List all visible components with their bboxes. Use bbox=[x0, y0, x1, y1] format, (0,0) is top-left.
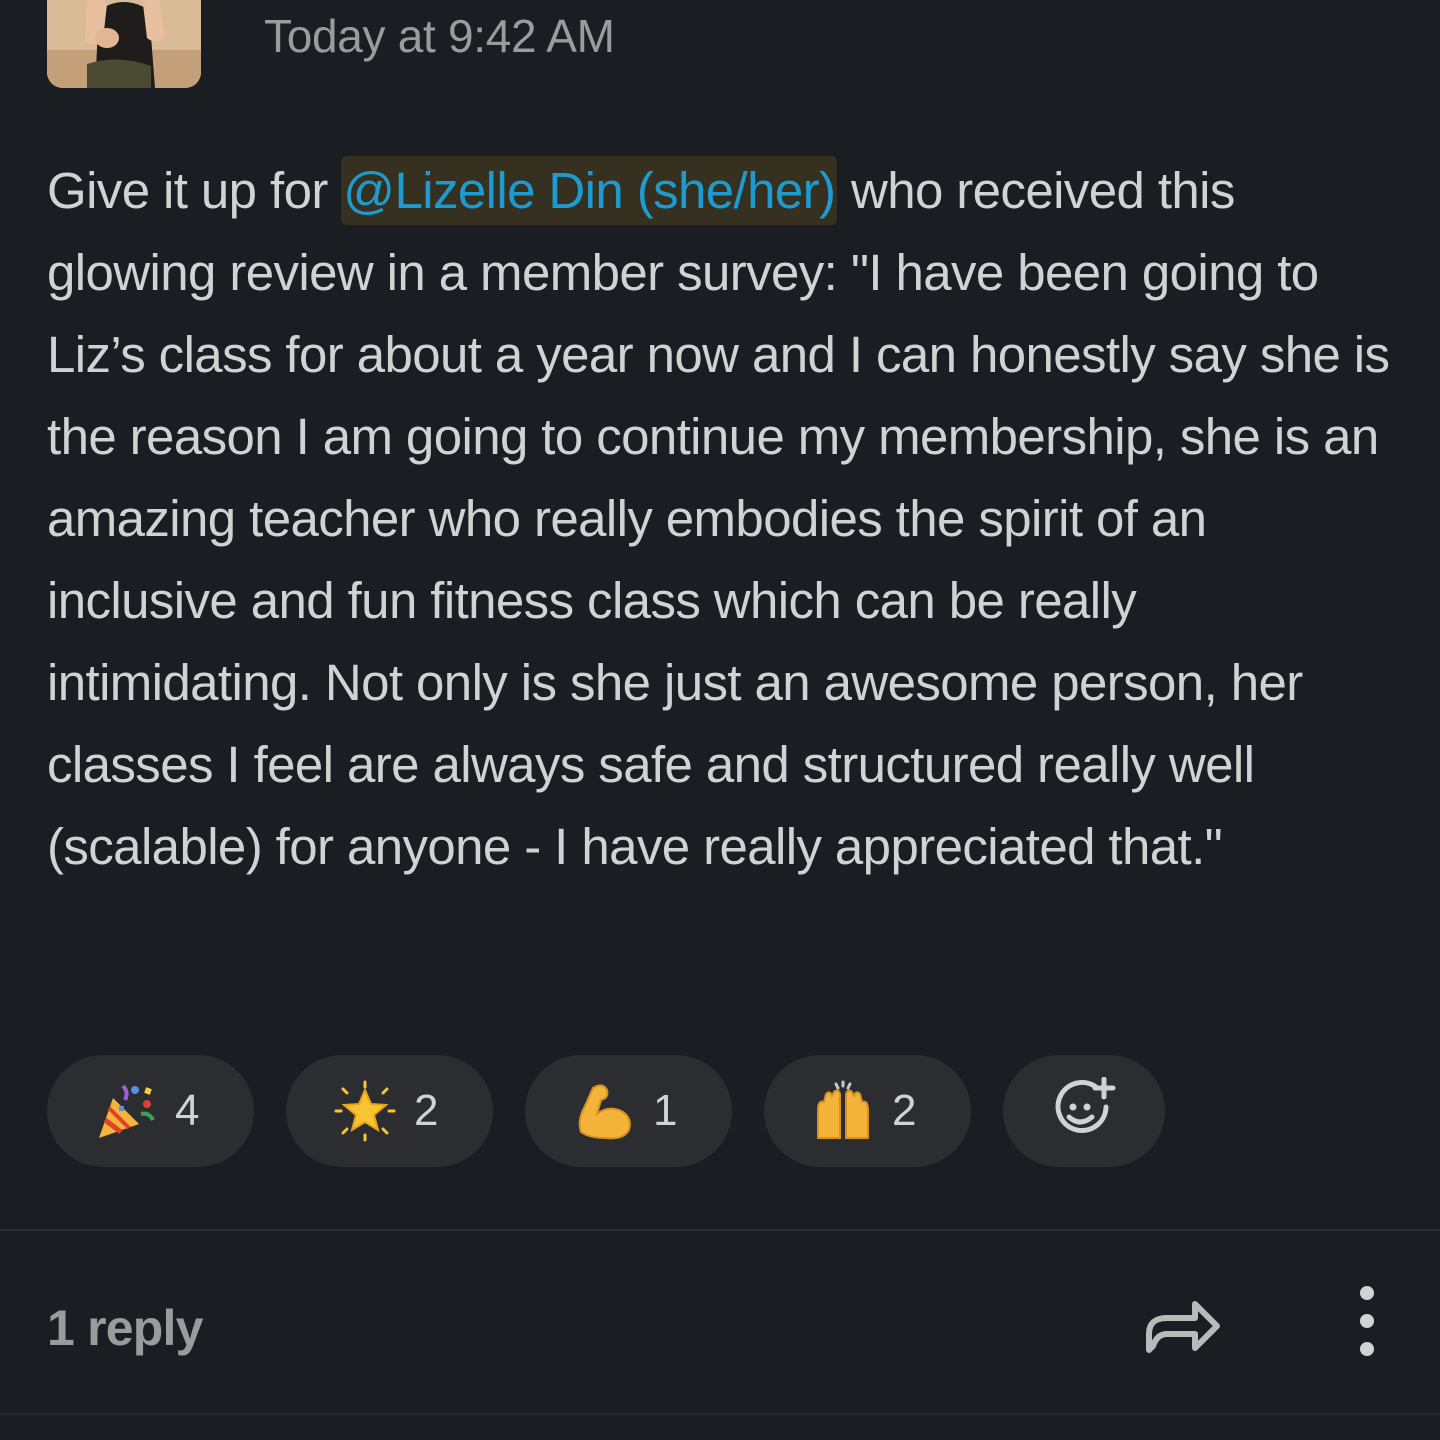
divider bbox=[0, 1229, 1440, 1231]
reaction-count: 4 bbox=[175, 1086, 200, 1135]
share-arrow-icon[interactable] bbox=[1143, 1288, 1223, 1358]
divider bbox=[0, 1413, 1440, 1415]
message-body: Give it up for @Lizelle Din (she/her) wh… bbox=[47, 150, 1407, 888]
message-text-intro: Give it up for bbox=[47, 162, 342, 219]
add-reaction-button[interactable] bbox=[1003, 1055, 1165, 1167]
reaction-count: 1 bbox=[653, 1086, 678, 1135]
reaction-count: 2 bbox=[892, 1086, 917, 1135]
thread-footer bbox=[0, 1231, 1440, 1440]
reaction-flexed-biceps[interactable]: 1 bbox=[525, 1055, 732, 1167]
add-emoji-icon bbox=[1052, 1076, 1116, 1146]
reaction-party-popper[interactable]: 4 bbox=[47, 1055, 254, 1167]
more-vertical-icon[interactable] bbox=[1345, 1283, 1389, 1363]
message-timestamp[interactable]: Today at 9:42 AM bbox=[264, 10, 615, 62]
reaction-glowing-star[interactable]: 2 bbox=[286, 1055, 493, 1167]
glowing-star-icon bbox=[334, 1080, 396, 1142]
message-text-body: who received this glowing review in a me… bbox=[47, 162, 1390, 875]
reaction-count: 2 bbox=[414, 1086, 439, 1135]
flexed-biceps-icon bbox=[573, 1080, 635, 1142]
reply-count-link[interactable]: 1 reply bbox=[47, 1298, 203, 1358]
user-mention[interactable]: @Lizelle Din (she/her) bbox=[341, 156, 838, 225]
reaction-raising-hands[interactable]: 2 bbox=[764, 1055, 971, 1167]
raising-hands-icon bbox=[812, 1080, 874, 1142]
party-popper-icon bbox=[95, 1080, 157, 1142]
user-avatar[interactable] bbox=[47, 0, 201, 88]
